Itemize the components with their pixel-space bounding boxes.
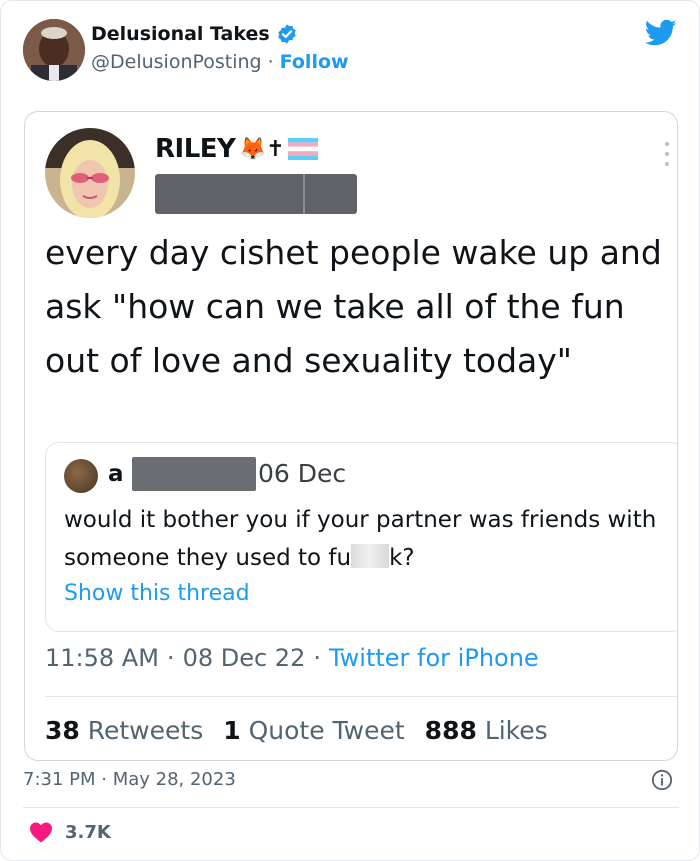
timestamp-sep-1: · — [166, 644, 175, 672]
media-screenshot[interactable]: RILEY 🦊✝ every day cishet people wake up… — [24, 111, 678, 761]
retweets-label: Retweets — [87, 716, 204, 745]
screenshot-timestamp: 11:58 AM · 08 Dec 22 · Twitter for iPhon… — [45, 644, 539, 672]
author-name[interactable]: Delusional Takes — [91, 23, 298, 45]
author-handle[interactable]: @DelusionPosting — [91, 51, 262, 73]
engagement-stats: 38 Retweets 1 Quote Tweet 888 Likes — [45, 716, 548, 745]
handle-separator: · — [267, 51, 274, 73]
quotes-count: 1 — [223, 716, 241, 745]
retweets-stat: 38 Retweets — [45, 716, 203, 745]
redacted-handle — [155, 174, 357, 214]
author-handle-row: @DelusionPosting · Follow — [91, 51, 349, 73]
trans-flag-icon — [288, 138, 319, 160]
verified-badge-icon — [277, 24, 296, 44]
likes-count: 888 — [424, 716, 477, 745]
quoted-name-initial: a — [108, 461, 124, 487]
like-count: 3.7K — [65, 821, 111, 843]
retweets-count: 38 — [45, 716, 80, 745]
redacted-quoted-name — [132, 457, 256, 491]
quoted-tweet: a 06 Dec would it bother you if your par… — [45, 442, 677, 632]
quoted-text: would it bother you if your partner was … — [64, 501, 664, 577]
show-thread-link: Show this thread — [64, 581, 250, 606]
posted-timestamp[interactable]: 7:31 PM · May 28, 2023 — [23, 769, 236, 790]
footer-divider — [23, 807, 679, 808]
timestamp-date: 08 Dec 22 — [182, 644, 306, 672]
quoted-text-after: k? — [389, 545, 415, 571]
likes-label: Likes — [484, 716, 548, 745]
screenshot-tweet-text: every day cishet people wake up and ask … — [45, 233, 662, 380]
quoted-date: 06 Dec — [258, 459, 347, 488]
more-options-icon[interactable] — [665, 142, 671, 166]
quotes-stat: 1 Quote Tweet — [223, 716, 404, 745]
twitter-logo-icon[interactable] — [645, 19, 677, 47]
name-emojis: 🦊✝ — [239, 136, 285, 162]
info-icon[interactable] — [651, 769, 673, 791]
follow-button[interactable]: Follow — [280, 51, 349, 73]
author-avatar[interactable] — [23, 19, 85, 81]
timestamp-sep-2: · — [313, 644, 321, 672]
heart-icon[interactable] — [29, 821, 53, 843]
censor-blur — [351, 544, 390, 568]
quoted-avatar — [64, 459, 98, 493]
tweet-embed: Delusional Takes @DelusionPosting · Foll… — [0, 0, 700, 861]
riley-display-name: RILEY 🦊✝ — [155, 134, 319, 164]
like-action[interactable]: 3.7K — [29, 821, 111, 843]
timestamp-time: 11:58 AM — [45, 644, 159, 672]
stats-divider — [45, 696, 677, 697]
riley-avatar — [45, 128, 135, 218]
quotes-label: Quote Tweet — [248, 716, 405, 745]
timestamp-app: Twitter for iPhone — [328, 644, 539, 672]
riley-name-text: RILEY — [155, 134, 236, 164]
author-name-text[interactable]: Delusional Takes — [91, 23, 270, 45]
likes-stat: 888 Likes — [425, 716, 548, 745]
